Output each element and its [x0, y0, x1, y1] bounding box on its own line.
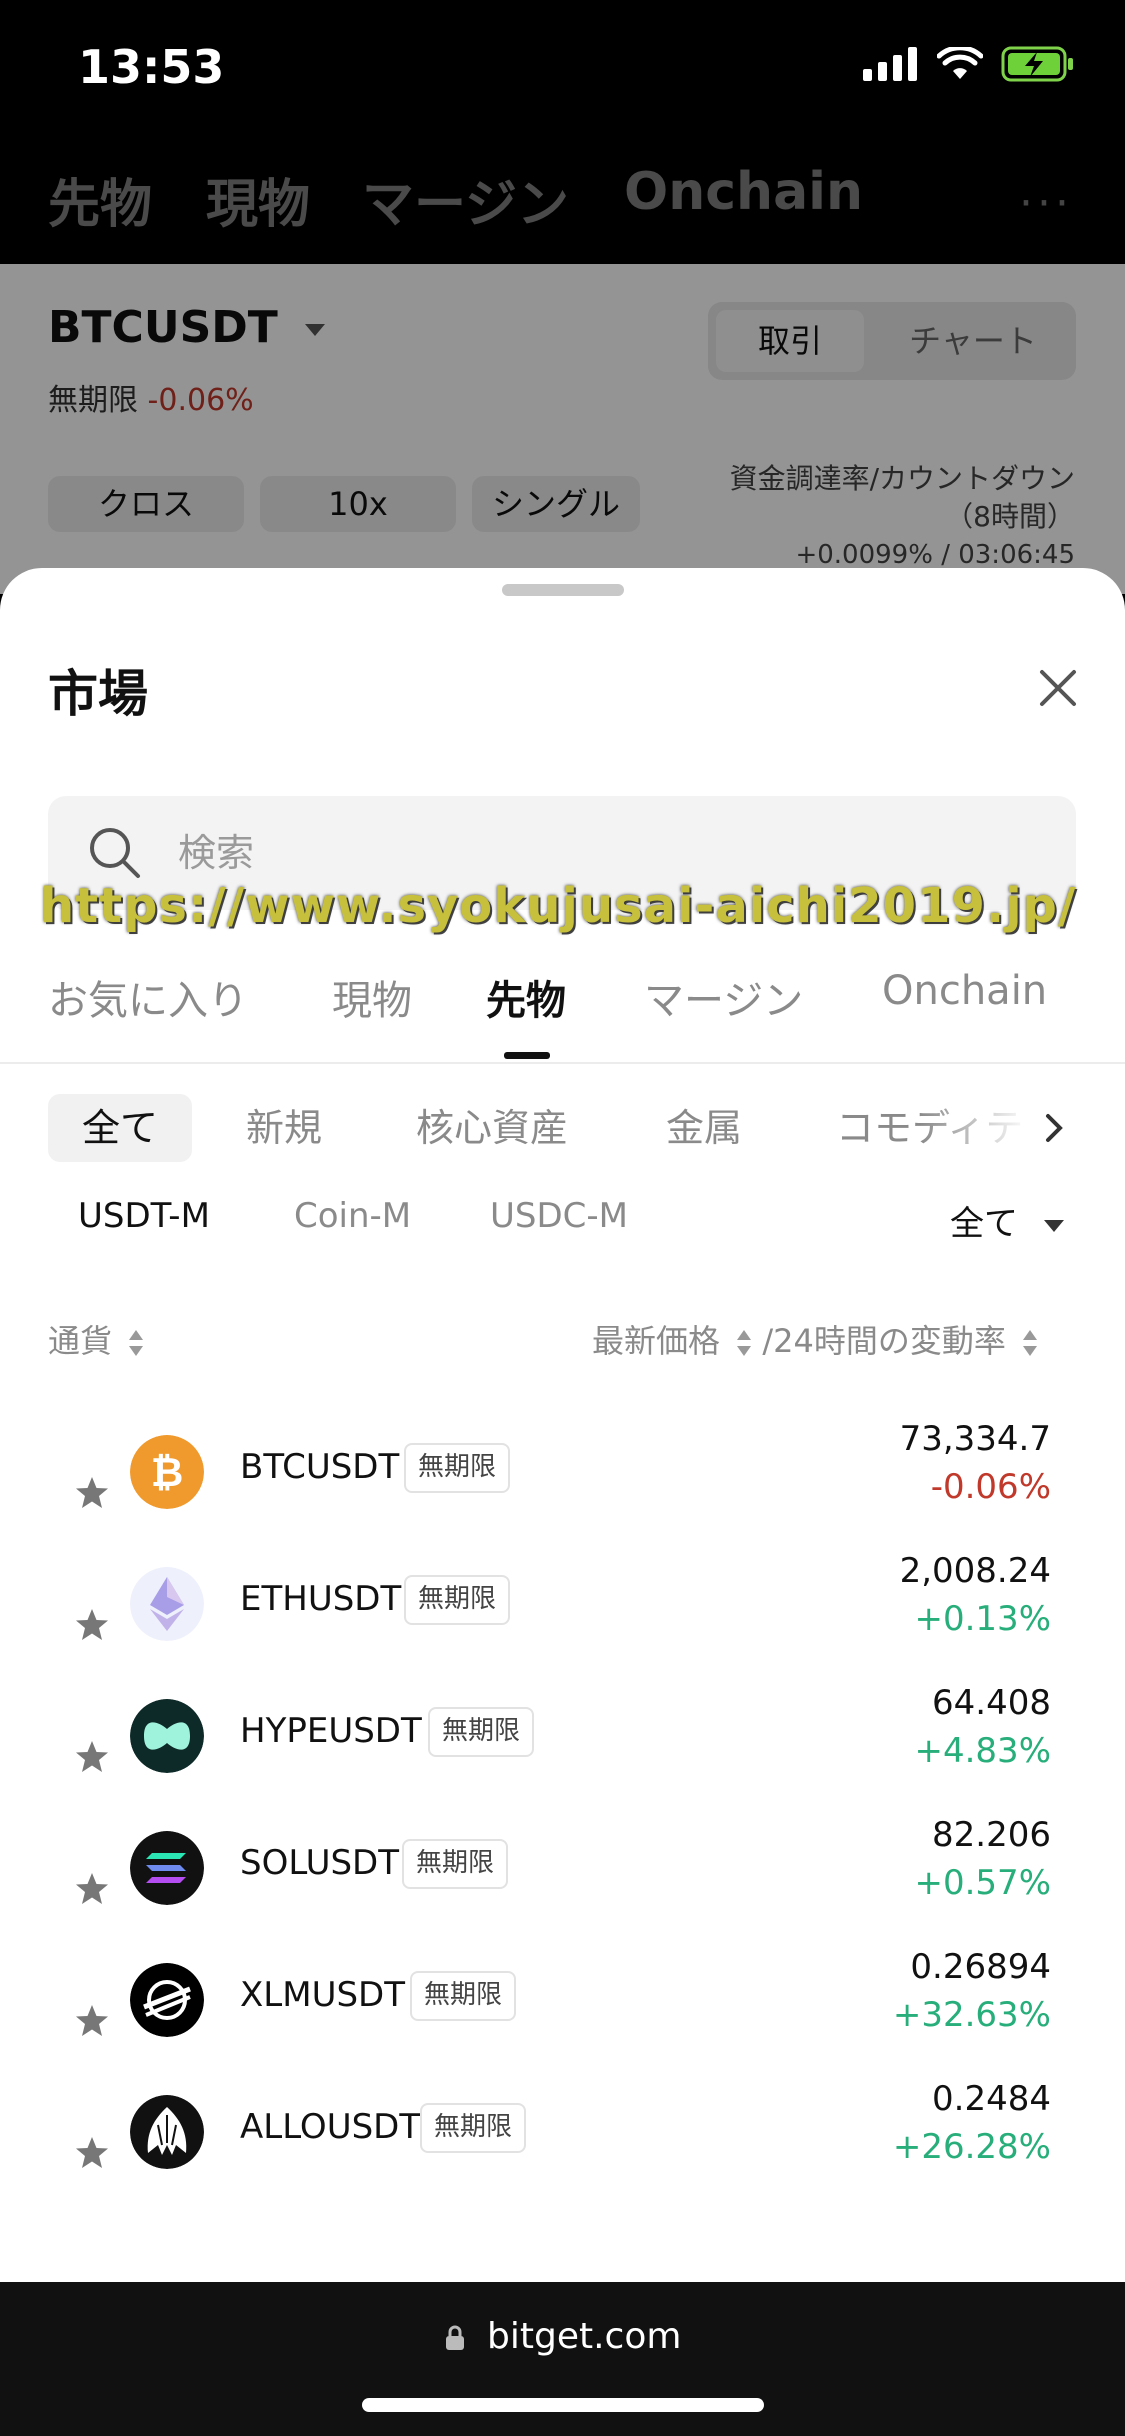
- table-row[interactable]: ALLOUSDT 無期限 0.2484 +26.28%: [0, 2079, 1125, 2227]
- row-symbol: ETHUSDT: [240, 1579, 402, 1619]
- search-icon: [90, 828, 140, 878]
- row-symbol: HYPEUSDT: [240, 1711, 422, 1751]
- sort-icon: [1023, 1330, 1038, 1356]
- lock-icon: [445, 2325, 464, 2350]
- sort-icon: [129, 1330, 144, 1356]
- home-indicator[interactable]: [362, 2398, 764, 2412]
- url-text: bitget.com: [487, 2316, 682, 2357]
- hyperliquid-logo-icon: [130, 1699, 204, 1773]
- battery-icon: [1001, 46, 1073, 82]
- subtab-coin-m[interactable]: Coin-M: [294, 1196, 411, 1236]
- watermark-url: https://www.syokujusai-aichi2019.jp/: [40, 878, 1077, 934]
- top-nav: 先物 現物 マージン Onchain ···: [0, 140, 1125, 264]
- tab-favorites[interactable]: お気に入り: [48, 968, 248, 1026]
- svg-text:₿: ₿: [151, 1450, 184, 1496]
- chevron-right-icon[interactable]: [1040, 1104, 1070, 1152]
- row-symbol: ALLOUSDT: [240, 2107, 421, 2147]
- row-tag: 無期限: [428, 1707, 535, 1757]
- modal-overlay[interactable]: [0, 264, 1125, 594]
- row-tag: 無期限: [410, 1971, 517, 2021]
- bitcoin-logo-icon: ₿: [130, 1435, 204, 1509]
- header-currency[interactable]: 通貨: [48, 1316, 144, 1362]
- tab-onchain[interactable]: Onchain: [882, 968, 1047, 1014]
- table-row[interactable]: SOLUSDT 無期限 82.206 +0.57%: [0, 1815, 1125, 1963]
- table-row[interactable]: HYPEUSDT 無期限 64.408 +4.83%: [0, 1683, 1125, 1831]
- row-change: +26.28%: [892, 2127, 1051, 2167]
- filter-dropdown[interactable]: 全て: [950, 1196, 1065, 1245]
- more-icon[interactable]: ···: [1019, 178, 1073, 229]
- category-fade: [920, 1090, 1030, 1166]
- star-icon[interactable]: [74, 2135, 110, 2171]
- header-price-label: 最新価格: [592, 1322, 721, 1360]
- wifi-icon: [937, 47, 983, 79]
- star-icon[interactable]: [74, 1475, 110, 1511]
- topnav-tab-onchain[interactable]: Onchain: [624, 162, 863, 222]
- row-price: 73,334.7: [899, 1419, 1051, 1459]
- table-row[interactable]: ETHUSDT 無期限 2,008.24 +0.13%: [0, 1551, 1125, 1699]
- topnav-tab-margin[interactable]: マージン: [362, 162, 569, 237]
- solana-logo-icon: [130, 1831, 204, 1905]
- active-tab-indicator: [504, 1052, 550, 1059]
- row-change: +4.83%: [914, 1731, 1052, 1771]
- browser-bar: [0, 2282, 1125, 2436]
- star-icon[interactable]: [74, 1607, 110, 1643]
- row-symbol: XLMUSDT: [240, 1975, 405, 2015]
- row-tag: 無期限: [420, 2103, 527, 2153]
- url-bar[interactable]: bitget.com: [0, 2316, 1125, 2357]
- star-icon[interactable]: [74, 2003, 110, 2039]
- row-price: 0.2484: [932, 2079, 1051, 2119]
- row-symbol: BTCUSDT: [240, 1447, 400, 1487]
- star-icon[interactable]: [74, 1739, 110, 1775]
- caret-down-icon: [1043, 1219, 1064, 1232]
- status-time: 13:53: [78, 40, 225, 94]
- row-change: +0.13%: [914, 1599, 1052, 1639]
- row-symbol: SOLUSDT: [240, 1843, 400, 1883]
- category-new[interactable]: 新規: [246, 1094, 322, 1162]
- row-price: 2,008.24: [899, 1551, 1051, 1591]
- topnav-tab-spot[interactable]: 現物: [206, 162, 310, 237]
- status-bar: 13:53: [0, 0, 1125, 140]
- ethereum-logo-icon: [130, 1567, 204, 1641]
- row-tag: 無期限: [402, 1839, 509, 1889]
- header-change-label: /24時間の変動率: [762, 1322, 1006, 1360]
- table-row[interactable]: ₿ BTCUSDT 無期限 73,334.7 -0.06%: [0, 1419, 1125, 1567]
- category-all[interactable]: 全て: [48, 1094, 192, 1162]
- row-change: +32.63%: [892, 1995, 1051, 2035]
- table-row[interactable]: XLMUSDT 無期限 0.26894 +32.63%: [0, 1947, 1125, 2095]
- tab-spot[interactable]: 現物: [332, 968, 412, 1026]
- signal-icon: [863, 47, 917, 81]
- sort-icon: [737, 1330, 752, 1356]
- row-change: -0.06%: [930, 1467, 1051, 1507]
- sheet-handle[interactable]: [502, 584, 624, 596]
- stellar-logo-icon: [130, 1963, 204, 2037]
- category-core[interactable]: 核心資産: [416, 1094, 568, 1162]
- subtab-usdc-m[interactable]: USDC-M: [490, 1196, 628, 1236]
- row-price: 82.206: [932, 1815, 1051, 1855]
- status-icons: [863, 46, 1075, 82]
- filter-label: 全て: [950, 1204, 1018, 1244]
- header-currency-label: 通貨: [48, 1322, 113, 1360]
- subtab-usdt-m[interactable]: USDT-M: [78, 1196, 210, 1236]
- tab-margin[interactable]: マージン: [644, 968, 803, 1026]
- tabs-divider: [0, 1062, 1125, 1064]
- row-change: +0.57%: [914, 1863, 1052, 1903]
- topnav-tab-futures[interactable]: 先物: [48, 162, 152, 237]
- row-price: 64.408: [932, 1683, 1051, 1723]
- close-icon[interactable]: [1034, 664, 1082, 712]
- row-tag: 無期限: [404, 1443, 511, 1493]
- allo-logo-icon: [130, 2095, 204, 2169]
- category-metals[interactable]: 金属: [666, 1094, 742, 1162]
- star-icon[interactable]: [74, 1871, 110, 1907]
- sheet-title: 市場: [48, 665, 148, 723]
- row-tag: 無期限: [404, 1575, 511, 1625]
- row-price: 0.26894: [910, 1947, 1051, 1987]
- header-price-change[interactable]: 最新価格 /24時間の変動率: [592, 1316, 1038, 1362]
- tab-futures[interactable]: 先物: [486, 968, 566, 1026]
